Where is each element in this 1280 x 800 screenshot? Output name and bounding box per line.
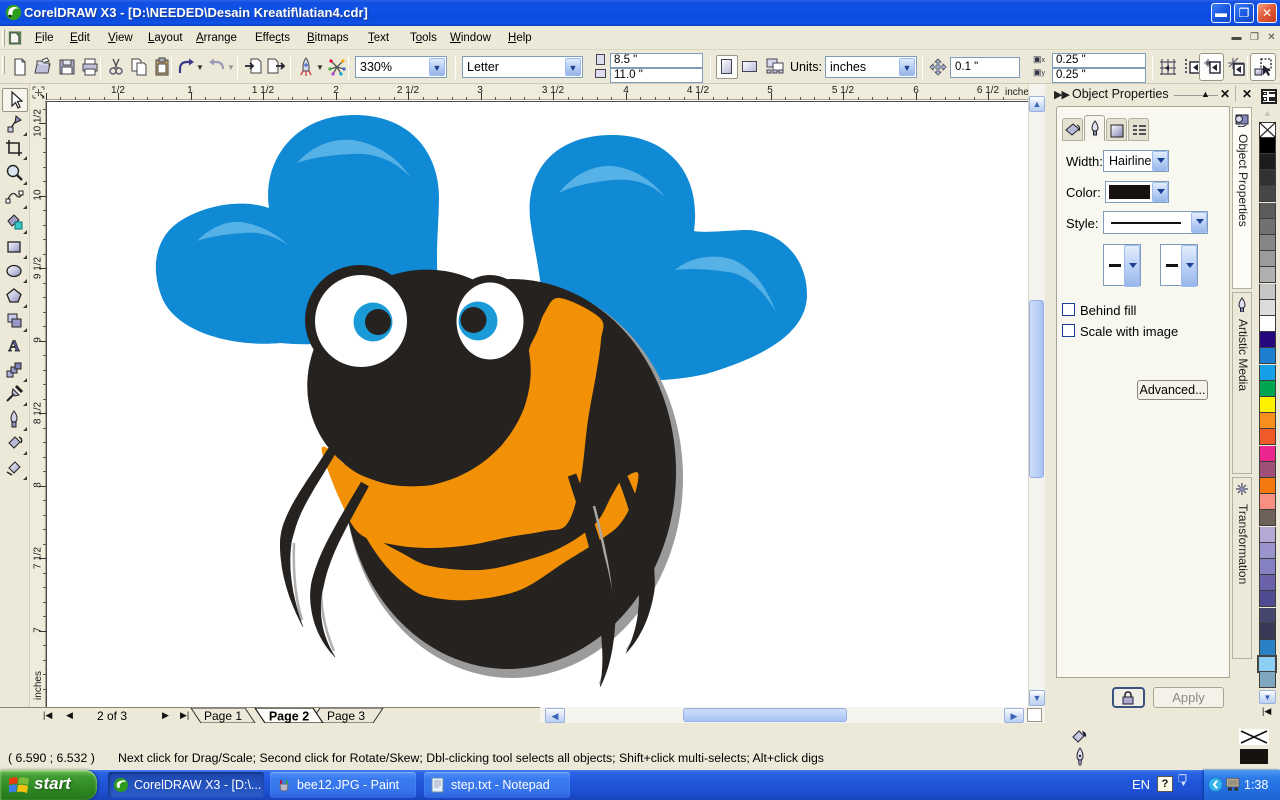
svg-text:Page 2: Page 2 bbox=[269, 710, 309, 724]
svg-text:Page 3: Page 3 bbox=[327, 709, 365, 723]
svg-text:Page 1: Page 1 bbox=[204, 709, 242, 723]
svg-text:A: A bbox=[8, 338, 20, 355]
